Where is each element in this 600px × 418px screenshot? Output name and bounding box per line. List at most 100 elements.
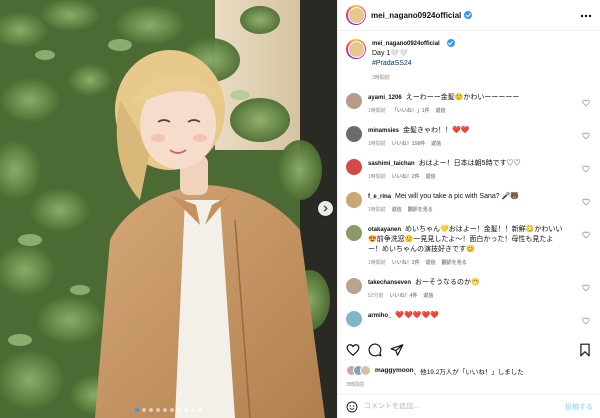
comment-time: 1時間前 <box>368 108 386 114</box>
bookmark-icon[interactable] <box>578 343 592 357</box>
carousel-dot <box>135 408 139 412</box>
comment-likes[interactable]: いいね！2件 <box>392 260 420 266</box>
commenter-avatar[interactable] <box>346 93 362 109</box>
comment-reply-button[interactable]: 返信 <box>423 293 433 299</box>
carousel-dot <box>191 408 195 412</box>
comment-like-heart-icon[interactable] <box>582 99 590 107</box>
comment-likes[interactable]: 返信 <box>392 207 402 213</box>
commenter-avatar[interactable] <box>346 192 362 208</box>
liker-avatars <box>346 365 371 376</box>
caption-hashtag[interactable]: #PradaSS24 <box>372 59 455 69</box>
comment-username[interactable]: sashimi_taichan <box>368 161 415 167</box>
comment-item: sashimi_taichan おはよー！日本は朝5時です♡♡ 1時間前 いいね！2件… <box>346 159 593 182</box>
comment-text: 金髪きゃわ！！❤️❤️ <box>403 127 470 134</box>
carousel-dot <box>142 408 146 412</box>
likes-summary[interactable]: maggymoon 、他19.2万人が「いいね！」しました <box>346 365 592 376</box>
comment-text: Mei will you take a pic with Sana? 🎤🐻 <box>395 193 520 200</box>
comment-reply-button[interactable]: 返信 <box>426 174 436 180</box>
comment-time: 1時間前 <box>368 141 386 147</box>
comment-meta: 1時間前 いいね！158件 返信 <box>368 139 564 149</box>
comment-meta: 1時間前 「いいね！」1件 返信 <box>368 106 564 116</box>
verified-badge-icon <box>446 39 455 48</box>
comment-username[interactable]: ayami_1206 <box>368 95 402 101</box>
liked-by-username[interactable]: maggymoon <box>375 367 414 374</box>
comment-item: minamsies 金髪きゃわ！！❤️❤️ 1時間前 いいね！158件 返信 <box>346 126 593 149</box>
comment-username[interactable]: minamsies <box>368 128 399 134</box>
comment-item: takechanseven おーそうなるのか😁 52分前 いいね！4件 返信 <box>346 278 593 301</box>
next-photo-button[interactable] <box>318 201 333 216</box>
comment-meta: 1時間前 返信 翻訳を見る <box>368 205 564 215</box>
comment-username[interactable]: takechanseven <box>368 280 411 286</box>
comment-item: ayami_1206 えーわーー金髪🙂かわいーーーーー 1時間前 「いいね！」1件 返信 <box>346 93 593 116</box>
comment-reply-button[interactable]: 返信 <box>426 260 436 266</box>
commenter-avatar[interactable] <box>346 225 362 241</box>
comment-reply-button[interactable]: 返信 <box>431 141 441 147</box>
post-header: mei_nagano0924official <box>338 0 600 31</box>
commenter-avatar[interactable] <box>346 126 362 142</box>
comment-text: えーわーー金髪🙂かわいーーーーー <box>405 94 520 101</box>
comment-item: armiho_ ❤️❤️❤️❤️❤️ <box>346 311 593 327</box>
comment-username[interactable]: armiho_ <box>368 313 391 319</box>
caption-username[interactable]: mei_nagano0924official <box>372 41 440 47</box>
comment-time: 1時間前 <box>368 260 386 266</box>
see-translation-button[interactable]: 翻訳を見る <box>442 260 467 266</box>
caption-text: Day 1🤍🤍 <box>372 50 408 57</box>
posted-time: 3時間前 <box>346 382 365 388</box>
carousel-dot <box>163 408 167 412</box>
carousel-dot <box>156 408 160 412</box>
caption-time: 3時間前 <box>372 75 390 81</box>
comment-time: 1時間前 <box>368 174 386 180</box>
chevron-right-icon <box>323 205 328 212</box>
comments-list[interactable]: mei_nagano0924official Day 1🤍🤍 #PradaSS2… <box>338 31 600 336</box>
comment-like-heart-icon[interactable] <box>582 132 590 140</box>
comment-username[interactable]: otakayanen <box>368 227 401 233</box>
comment-meta: 1時間前 いいね！2件 返信 翻訳を見る <box>368 258 564 268</box>
comment-text: ❤️❤️❤️❤️❤️ <box>395 312 439 319</box>
carousel-indicator <box>0 408 337 412</box>
post-photo[interactable] <box>0 0 337 418</box>
comment-text: おはよー！日本は朝5時です♡♡ <box>418 160 521 167</box>
comment-likes[interactable]: いいね！4件 <box>390 293 418 299</box>
comment-item: otakayanen めいちゃん💛おはよー！金髪！！新鮮😳かわいい😍前争洗窓🙂一見… <box>346 225 593 268</box>
comment-like-heart-icon[interactable] <box>582 198 590 206</box>
post-details-panel: mei_nagano0924official mei_nagano0924off… <box>337 0 600 418</box>
verified-badge-icon <box>464 11 473 19</box>
commenter-avatar[interactable] <box>346 159 362 175</box>
carousel-dot <box>177 408 181 412</box>
comment-icon[interactable] <box>368 343 382 357</box>
likes-text: 、他19.2万人が「いいね！」しました <box>413 368 524 376</box>
comment-like-heart-icon[interactable] <box>582 317 590 325</box>
ellipsis-icon <box>580 14 592 17</box>
comment-like-heart-icon[interactable] <box>582 231 590 239</box>
comment-likes[interactable]: 「いいね！」1件 <box>392 108 430 114</box>
comment-meta: 52分前 いいね！4件 返信 <box>368 291 564 301</box>
share-icon[interactable] <box>390 343 404 357</box>
comment-reply-button[interactable]: 返信 <box>436 108 446 114</box>
emoji-icon[interactable] <box>346 401 358 413</box>
photo-image <box>0 0 337 418</box>
commenter-avatar[interactable] <box>346 311 362 327</box>
more-options-button[interactable] <box>580 10 592 21</box>
commenter-avatar[interactable] <box>346 278 362 294</box>
comment-likes[interactable]: いいね！158件 <box>392 141 425 147</box>
comment-likes[interactable]: いいね！2件 <box>392 174 420 180</box>
comment-text: おーそうなるのか😁 <box>415 279 480 286</box>
carousel-dot <box>184 408 188 412</box>
post-actions <box>346 341 592 359</box>
add-comment-bar: 投稿する <box>338 394 600 418</box>
comment-like-heart-icon[interactable] <box>582 284 590 292</box>
comment-reply-button[interactable]: 翻訳を見る <box>408 207 433 213</box>
comment-item: f_e_rina Mei will you take a pic with San… <box>346 192 593 215</box>
comment-meta: 1時間前 いいね！2件 返信 <box>368 172 564 182</box>
post-comment-button[interactable]: 投稿する <box>565 402 593 412</box>
carousel-dot <box>149 408 153 412</box>
caption-author-avatar[interactable] <box>346 39 366 59</box>
comment-input[interactable] <box>364 403 565 410</box>
carousel-dot <box>170 408 174 412</box>
comment-username[interactable]: f_e_rina <box>368 194 391 200</box>
author-username[interactable]: mei_nagano0924official <box>371 11 461 20</box>
heart-icon[interactable] <box>346 343 360 357</box>
comment-like-heart-icon[interactable] <box>582 165 590 173</box>
author-avatar[interactable] <box>346 5 366 25</box>
post-caption: mei_nagano0924official Day 1🤍🤍 #PradaSS2… <box>346 39 593 83</box>
